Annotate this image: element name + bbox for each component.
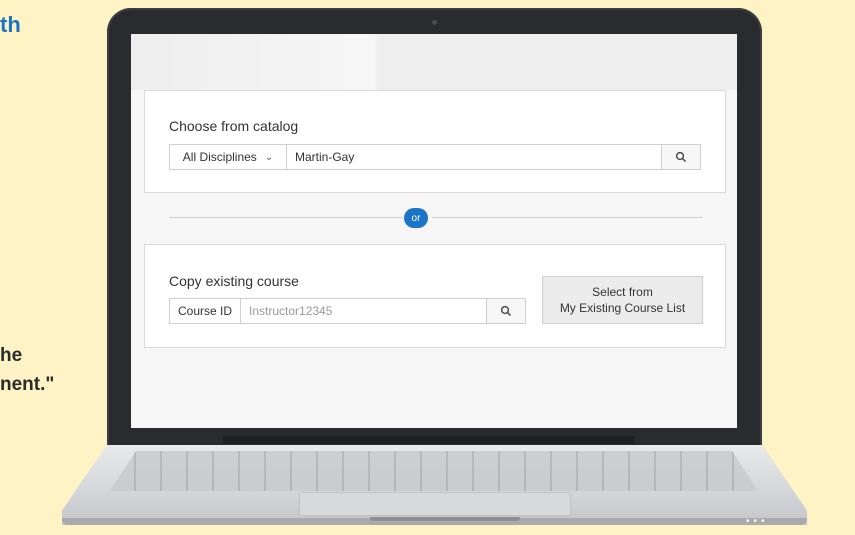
trackpad	[299, 492, 571, 516]
catalog-card: Choose from catalog All Disciplines ⌄ Ma…	[144, 90, 726, 193]
course-id-search-button[interactable]	[486, 299, 525, 323]
catalog-search-bar: All Disciplines ⌄ Martin-Gay	[169, 144, 701, 170]
course-id-label: Course ID	[170, 299, 241, 323]
background-text-fragment-1: he	[0, 345, 23, 366]
background-text-fragment-2: nent."	[0, 374, 55, 395]
discipline-select[interactable]: All Disciplines ⌄	[170, 145, 287, 169]
laptop-hinge	[223, 436, 635, 444]
copy-course-heading: Copy existing course	[169, 273, 299, 289]
separator-line-left	[169, 217, 402, 218]
background-heading-fragment: th	[0, 12, 21, 37]
search-icon	[500, 305, 512, 317]
discipline-select-label: All Disciplines	[182, 150, 257, 164]
or-badge: or	[404, 208, 428, 228]
webcam-icon	[432, 20, 437, 25]
laptop-screen: Choose from catalog All Disciplines ⌄ Ma…	[131, 34, 737, 428]
course-id-input[interactable]: Instructor12345	[241, 299, 486, 323]
status-lights-icon: •••	[746, 516, 769, 527]
chevron-down-icon: ⌄	[264, 151, 274, 163]
separator-line-right	[432, 217, 702, 218]
screen-glare	[131, 34, 737, 90]
course-id-search-bar: Course ID Instructor12345	[169, 298, 526, 324]
copy-course-card: Copy existing course Course ID Instructo…	[144, 244, 726, 348]
keyboard	[110, 451, 758, 491]
catalog-search-value: Martin-Gay	[295, 150, 355, 164]
course-id-placeholder: Instructor12345	[249, 304, 333, 318]
search-icon	[675, 151, 687, 163]
catalog-heading: Choose from catalog	[169, 118, 299, 134]
select-existing-course-button[interactable]: Select from My Existing Course List	[542, 276, 703, 324]
catalog-search-input[interactable]: Martin-Gay	[287, 145, 661, 169]
laptop-notch	[370, 517, 520, 521]
catalog-search-button[interactable]	[661, 145, 700, 169]
select-button-line2: My Existing Course List	[559, 301, 686, 315]
select-button-line1: Select from	[592, 285, 653, 299]
